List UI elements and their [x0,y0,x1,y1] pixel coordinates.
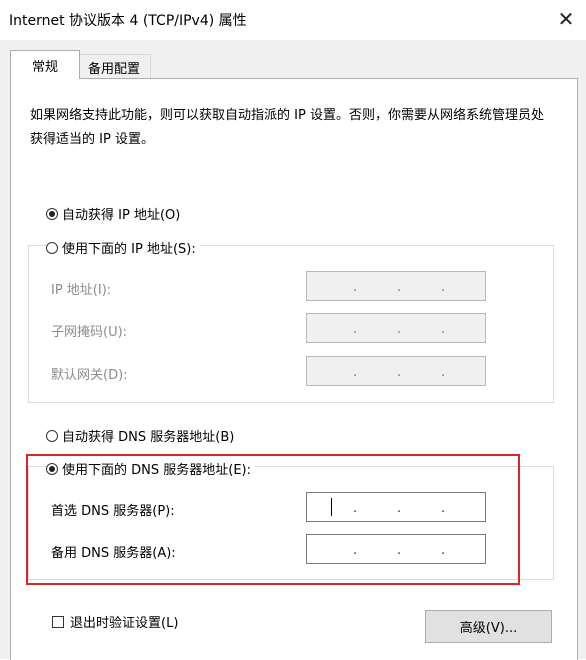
default-gateway-label: 默认网关(D): [51,368,128,383]
tab-general[interactable]: 常规 [10,50,80,79]
subnet-dot-3: . [441,322,446,337]
advanced-button[interactable]: 高级(V)... [425,610,552,643]
tab-alternate-config-label: 备用配置 [87,61,140,77]
ip-address-input[interactable]: . . . [306,271,486,301]
subnet-mask-label: 子网掩码(U): [51,325,128,340]
default-gateway-input[interactable]: . . . [306,356,486,386]
validate-checkbox-box [52,615,64,628]
subnet-dot-2: . [397,322,402,337]
ip-dot-1: . [353,280,358,295]
validate-on-exit-checkbox[interactable]: 退出时验证设置(L) [52,612,178,631]
tab-alternate-config[interactable]: 备用配置 [77,54,151,79]
radio-auto-dns[interactable]: 自动获得 DNS 服务器地址(B) [46,426,234,445]
gateway-dot-1: . [353,365,358,380]
window-title: Internet 协议版本 4 (TCP/IPv4) 属性 [9,13,247,29]
dns-highlight-box [26,454,520,585]
subnet-dot-1: . [353,322,358,337]
radio-manual-ip-indicator [46,241,58,254]
radio-auto-dns-label: 自动获得 DNS 服务器地址(B) [62,430,235,445]
description-text: 如果网络支持此功能，则可以获取自动指派的 IP 设置。否则，你需要从网络系统管理… [30,108,544,147]
ip-address-label: IP 地址(I): [51,283,112,298]
subnet-mask-input[interactable]: . . . [306,313,486,343]
radio-manual-ip-label: 使用下面的 IP 地址(S): [62,242,196,257]
radio-auto-ip-label: 自动获得 IP 地址(O) [62,208,181,223]
ip-dot-3: . [441,280,446,295]
validate-checkbox-label: 退出时验证设置(L) [70,616,179,631]
advanced-button-label: 高级(V)... [459,621,518,636]
radio-auto-ip[interactable]: 自动获得 IP 地址(O) [46,204,180,223]
radio-manual-ip[interactable]: 使用下面的 IP 地址(S): [46,238,200,257]
ip-dot-2: . [397,280,402,295]
radio-auto-dns-indicator [46,429,58,442]
close-icon[interactable]: ✕ [548,2,584,36]
gateway-dot-2: . [397,365,402,380]
radio-auto-ip-indicator [46,207,58,220]
title-bar: Internet 协议版本 4 (TCP/IPv4) 属性 ✕ [0,0,586,40]
tab-general-label: 常规 [31,59,58,75]
gateway-dot-3: . [441,365,446,380]
